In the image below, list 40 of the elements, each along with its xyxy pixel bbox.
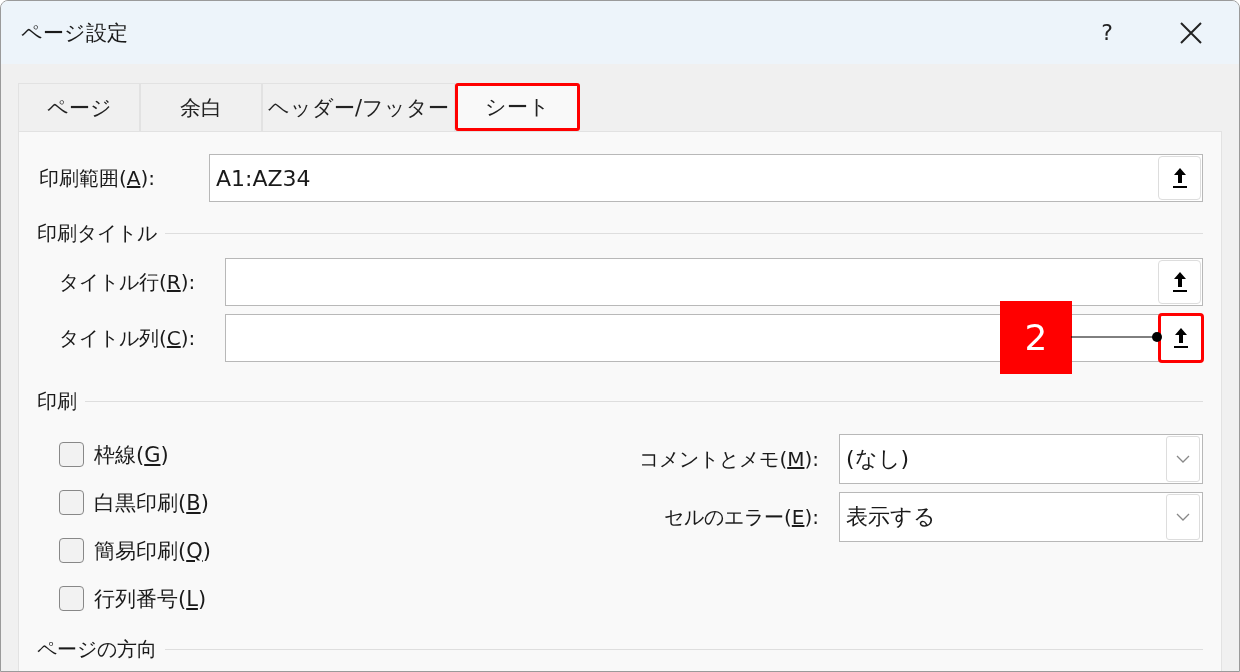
checkbox-label: 枠線(G)	[94, 441, 169, 469]
dropdown-label: セルのエラー(E):	[663, 503, 820, 531]
input-field[interactable]	[225, 314, 1203, 362]
upload-arrow-icon	[1170, 166, 1189, 190]
section-title: 印刷	[37, 387, 77, 415]
checkbox[interactable]	[59, 538, 84, 563]
section-title: ページの方向	[37, 635, 157, 663]
tab[interactable]: ヘッダー/フッター	[262, 83, 455, 131]
dropdown-value: 表示する	[845, 503, 937, 531]
tab[interactable]: 余白	[140, 83, 262, 131]
tab[interactable]: ページ	[18, 83, 140, 131]
field-label: 印刷範囲(A):	[38, 164, 157, 192]
field-label: タイトル行(R):	[58, 268, 197, 296]
dropdown-button[interactable]	[1166, 494, 1200, 540]
window-title: ページ設定	[21, 19, 129, 47]
chevron-down-icon	[1176, 455, 1190, 463]
dropdown[interactable]: (なし)	[839, 434, 1203, 484]
tab[interactable]: シート	[455, 83, 580, 131]
dropdown-value: (なし)	[845, 445, 911, 473]
collapse-button[interactable]	[1158, 313, 1204, 363]
checkbox-label: 簡易印刷(Q)	[94, 537, 211, 565]
chevron-down-icon	[1176, 513, 1190, 521]
dropdown-button[interactable]	[1166, 436, 1200, 482]
dropdown[interactable]: 表示する	[839, 492, 1203, 542]
help-button[interactable]: ?	[1087, 20, 1127, 45]
checkbox[interactable]	[59, 490, 84, 515]
checkbox-label: 行列番号(L)	[94, 585, 207, 613]
upload-arrow-icon	[1172, 326, 1190, 350]
checkbox[interactable]	[59, 442, 84, 467]
input-field[interactable]: A1:AZ34	[209, 154, 1203, 202]
checkbox[interactable]	[59, 586, 84, 611]
upload-arrow-icon	[1170, 270, 1189, 294]
checkbox-label: 白黒印刷(B)	[94, 489, 209, 517]
dropdown-label: コメントとメモ(M):	[638, 445, 820, 473]
step-number: 2	[1000, 301, 1072, 374]
field-label: タイトル列(C):	[58, 324, 197, 352]
field-value: A1:AZ34	[215, 165, 312, 191]
section-title: 印刷タイトル	[37, 219, 157, 247]
input-field[interactable]	[225, 258, 1203, 306]
close-icon	[1179, 20, 1203, 45]
